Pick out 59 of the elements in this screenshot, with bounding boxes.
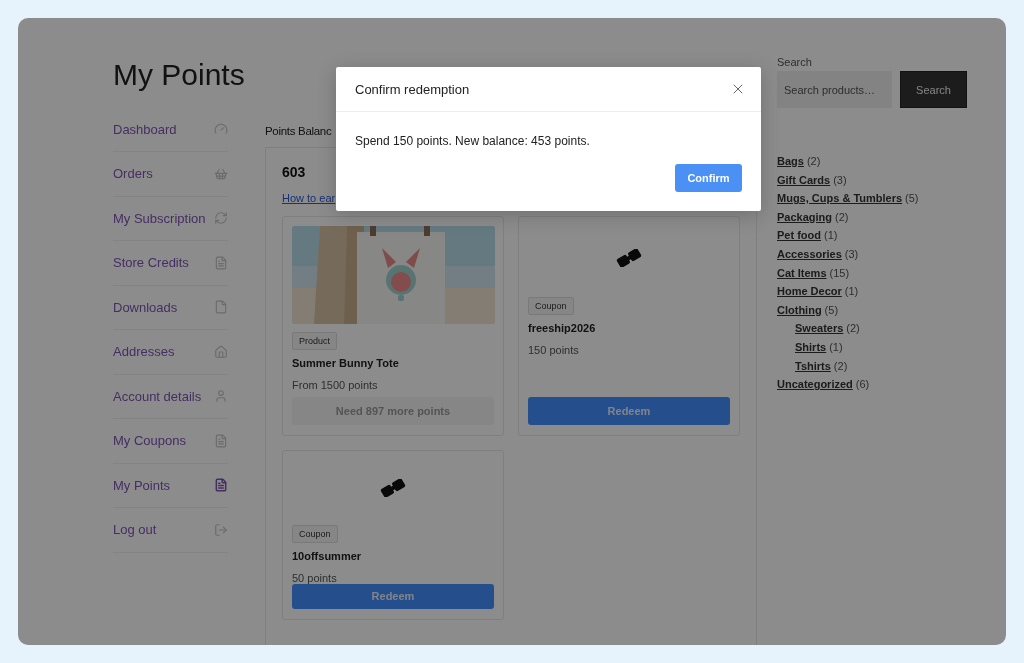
category-count: (2) — [835, 210, 849, 223]
balance-label: Points Balanc — [265, 125, 332, 137]
coupon-icon — [379, 479, 407, 498]
balance-value: 603 — [282, 164, 306, 180]
category-count: (1) — [824, 229, 838, 242]
category-link[interactable]: Gift Cards — [777, 173, 831, 186]
reward-name: freeship2026 — [528, 322, 597, 334]
category-link[interactable]: Cat Items — [777, 266, 827, 279]
type-tag: Coupon — [528, 297, 574, 315]
nav-item[interactable]: My Subscription — [113, 196, 228, 241]
category-count: (5) — [905, 192, 919, 205]
type-tag: Coupon — [292, 524, 338, 543]
category-link[interactable]: Clothing — [777, 303, 822, 316]
category-link[interactable]: Packaging — [777, 210, 833, 223]
page-title: My Points — [113, 57, 245, 93]
category-count: (2) — [846, 322, 860, 335]
category-count: (1) — [844, 285, 859, 298]
nav-item[interactable]: Addresses — [113, 330, 228, 375]
nav-item[interactable]: My Coupons — [113, 419, 228, 464]
nav-item[interactable]: Store Credits — [113, 241, 228, 286]
redeem-button[interactable]: Redeem — [528, 397, 730, 425]
coupon-icon — [615, 248, 643, 267]
type-tag: Product — [292, 332, 338, 350]
category-link[interactable]: Home Decor — [777, 285, 842, 298]
category-link[interactable]: Mugs, Cups & Tumblers — [777, 192, 903, 205]
reward-points: From 1500 points — [292, 379, 379, 391]
nav-item[interactable]: Dashboard — [113, 107, 228, 152]
category-link[interactable]: Bags — [777, 155, 804, 167]
category-count: (2) — [806, 155, 821, 167]
confirm-button[interactable]: Confirm — [675, 164, 742, 192]
reward-name: 10offsummer — [292, 549, 363, 562]
dialog-title: Confirm redemption — [355, 81, 470, 97]
category-link[interactable]: Shirts — [795, 340, 827, 353]
category-link[interactable]: Sweaters — [795, 322, 844, 335]
reward-points: 150 points — [528, 344, 580, 356]
category-count: (15) — [829, 266, 850, 279]
search-field[interactable]: Search products… — [777, 71, 892, 108]
category-link[interactable]: Pet food — [777, 229, 821, 242]
reward-points: 50 points — [292, 571, 338, 584]
nav-item[interactable]: Account details — [113, 374, 228, 419]
reward-name: Summer Bunny Tote — [292, 357, 400, 369]
category-link[interactable]: Tshirts — [795, 359, 831, 372]
earn-points-link[interactable]: How to ear — [282, 192, 336, 204]
nav-item[interactable]: Log out — [113, 508, 228, 553]
search-label: Search — [777, 56, 813, 68]
category-count: (3) — [844, 247, 859, 260]
category-count: (6) — [855, 378, 870, 391]
category-link[interactable]: Accessories — [777, 247, 842, 260]
nav-item[interactable]: My Points — [113, 463, 228, 508]
category-link[interactable]: Uncategorized — [777, 378, 853, 391]
category-count: (1) — [829, 340, 843, 353]
redeem-button[interactable]: Redeem — [292, 583, 494, 609]
nav-item[interactable]: Orders — [113, 152, 228, 197]
category-count: (5) — [824, 303, 839, 316]
dialog-message: Spend 150 points. New balance: 453 points. — [355, 134, 591, 148]
category-count: (3) — [833, 173, 847, 186]
nav-item[interactable]: Downloads — [113, 285, 228, 330]
category-count: (2) — [833, 359, 848, 372]
search-button[interactable]: Search — [900, 71, 967, 108]
